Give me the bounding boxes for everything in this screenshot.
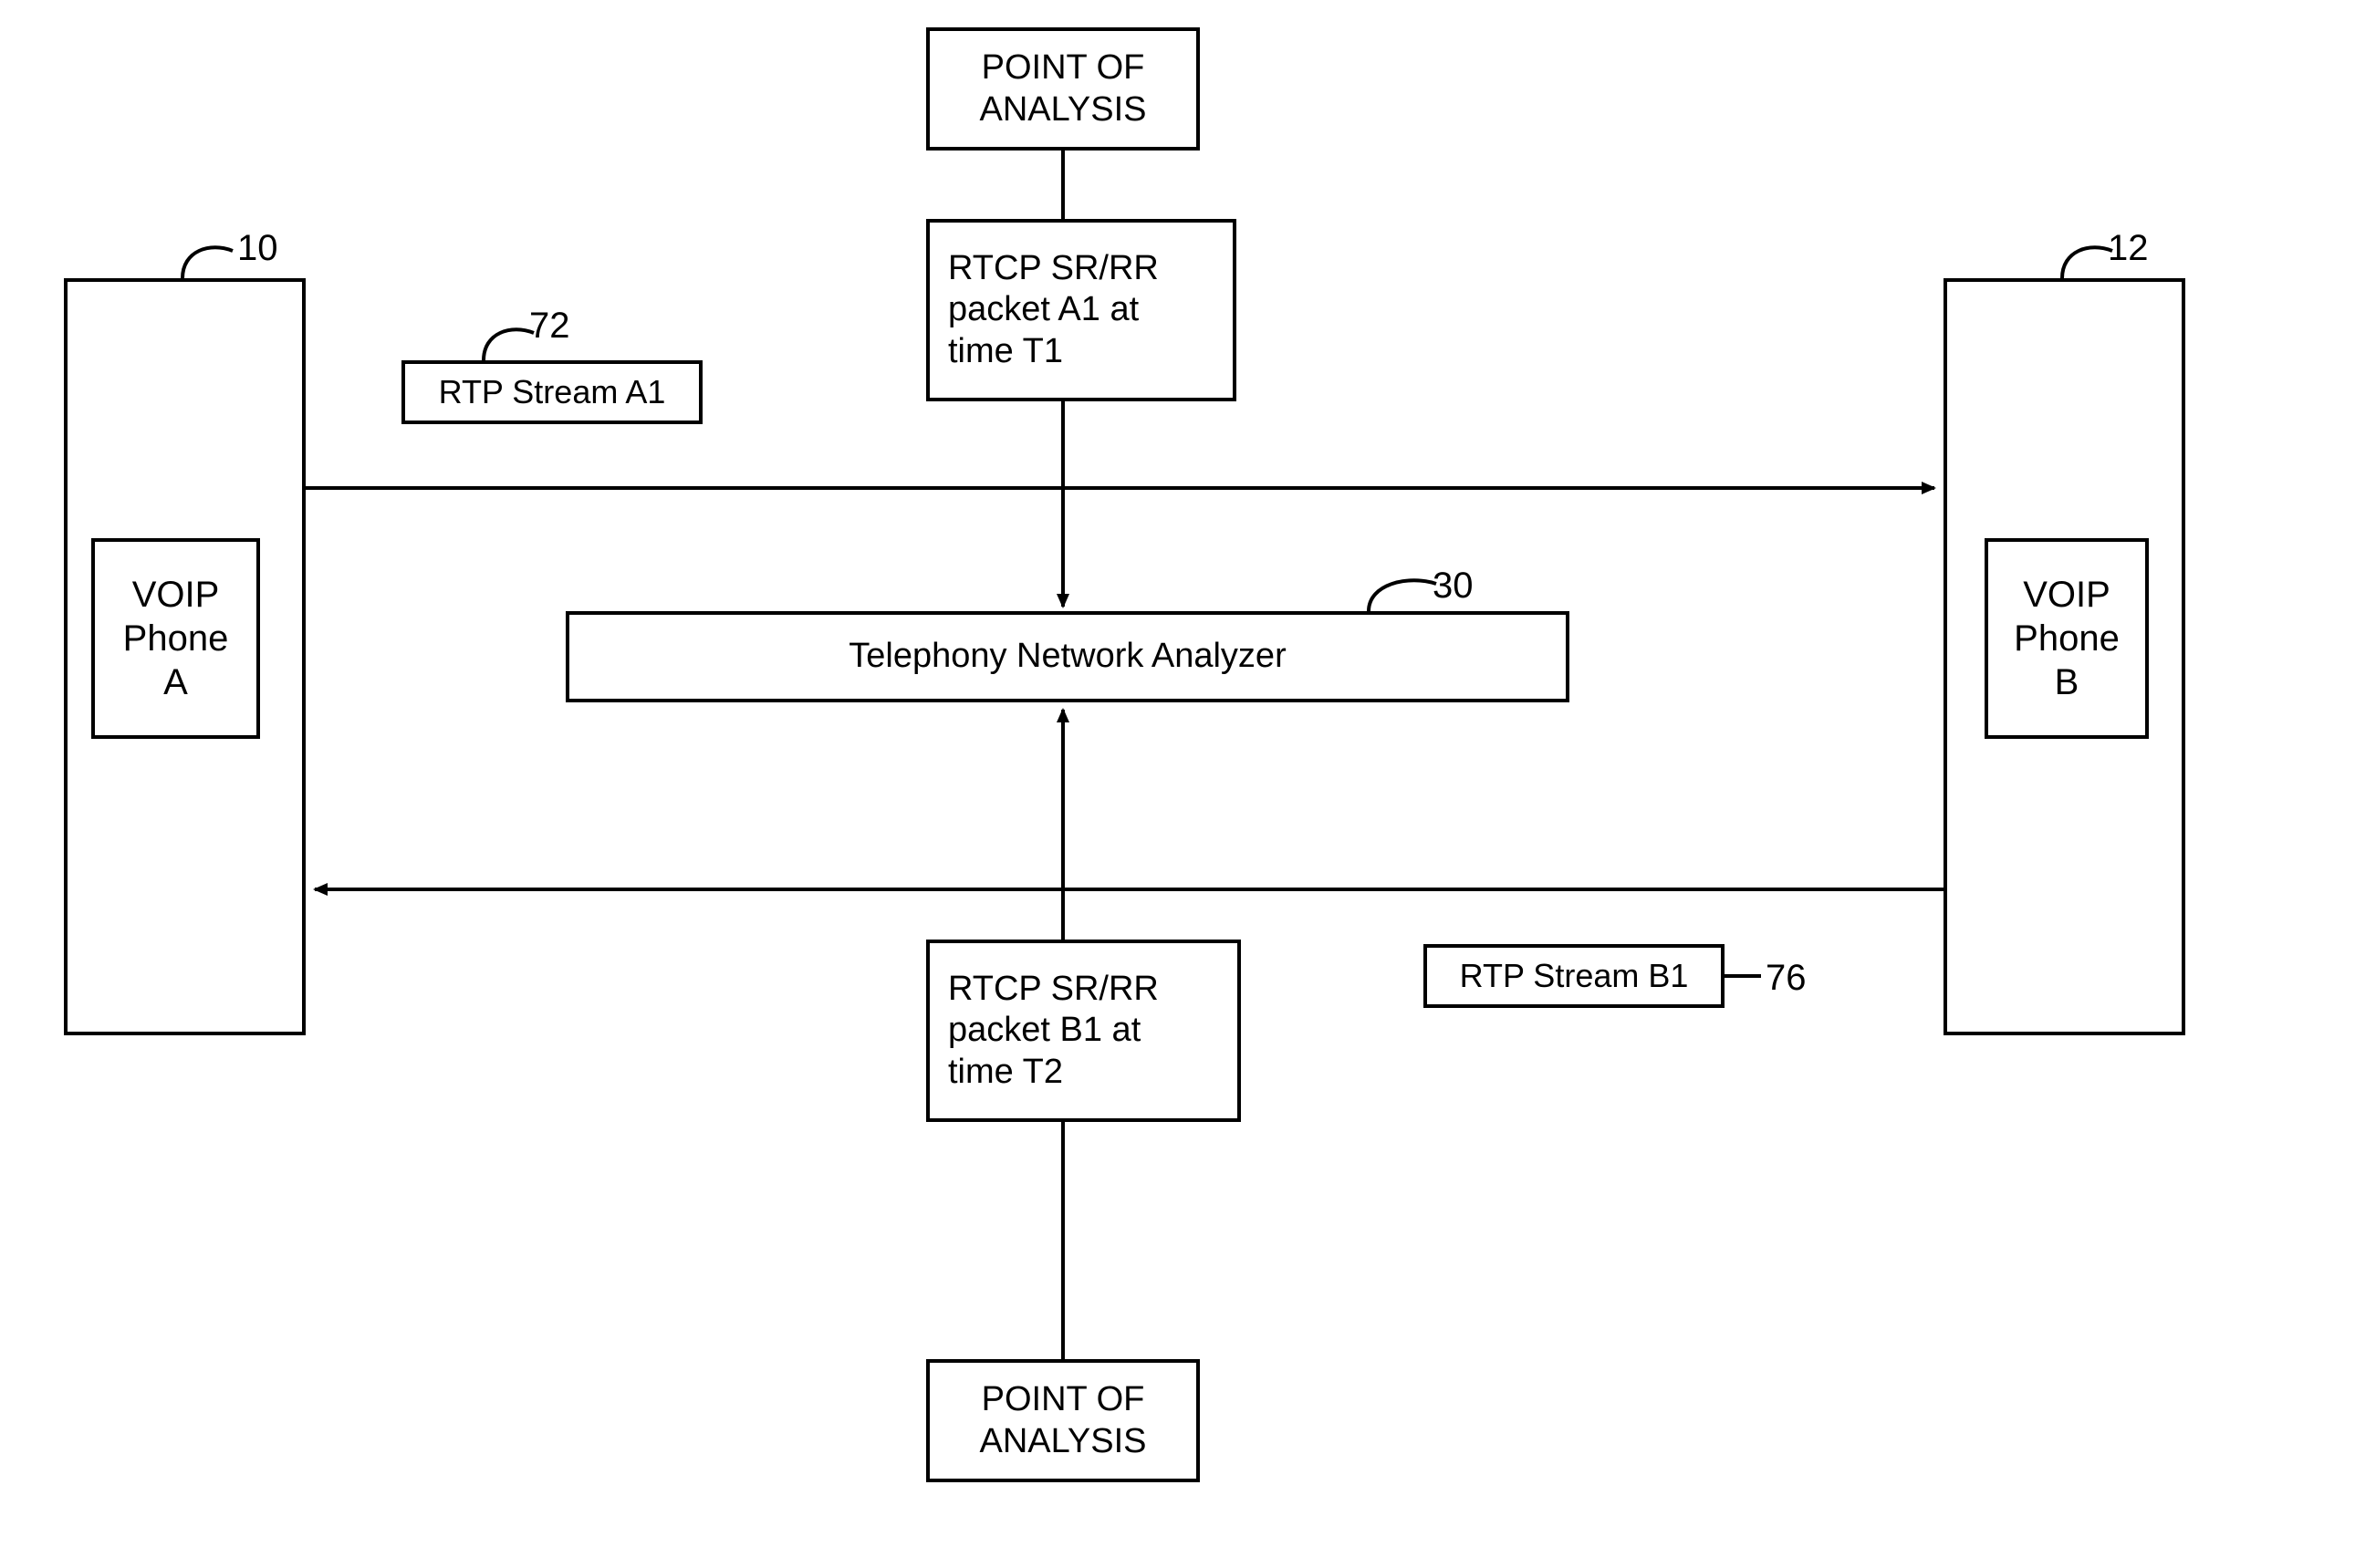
poa-bottom-box: POINT OF ANALYSIS bbox=[926, 1359, 1200, 1482]
phone-a-label-box: VOIP Phone A bbox=[91, 538, 260, 739]
ref-phone-b: 12 bbox=[2108, 228, 2149, 269]
rtp-stream-b-box: RTP Stream B1 bbox=[1423, 944, 1725, 1008]
packet-b-box: RTCP SR/RR packet B1 at time T2 bbox=[926, 940, 1241, 1122]
ref-stream-a: 72 bbox=[529, 306, 570, 347]
packet-a-box: RTCP SR/RR packet A1 at time T1 bbox=[926, 219, 1236, 401]
ref-stream-b: 76 bbox=[1766, 958, 1807, 999]
ref-phone-a: 10 bbox=[237, 228, 278, 269]
poa-top-box: POINT OF ANALYSIS bbox=[926, 27, 1200, 151]
rtp-stream-a-box: RTP Stream A1 bbox=[401, 360, 703, 424]
ref-analyzer: 30 bbox=[1433, 566, 1474, 607]
phone-b-label-box: VOIP Phone B bbox=[1985, 538, 2149, 739]
analyzer-box: Telephony Network Analyzer bbox=[566, 611, 1569, 702]
